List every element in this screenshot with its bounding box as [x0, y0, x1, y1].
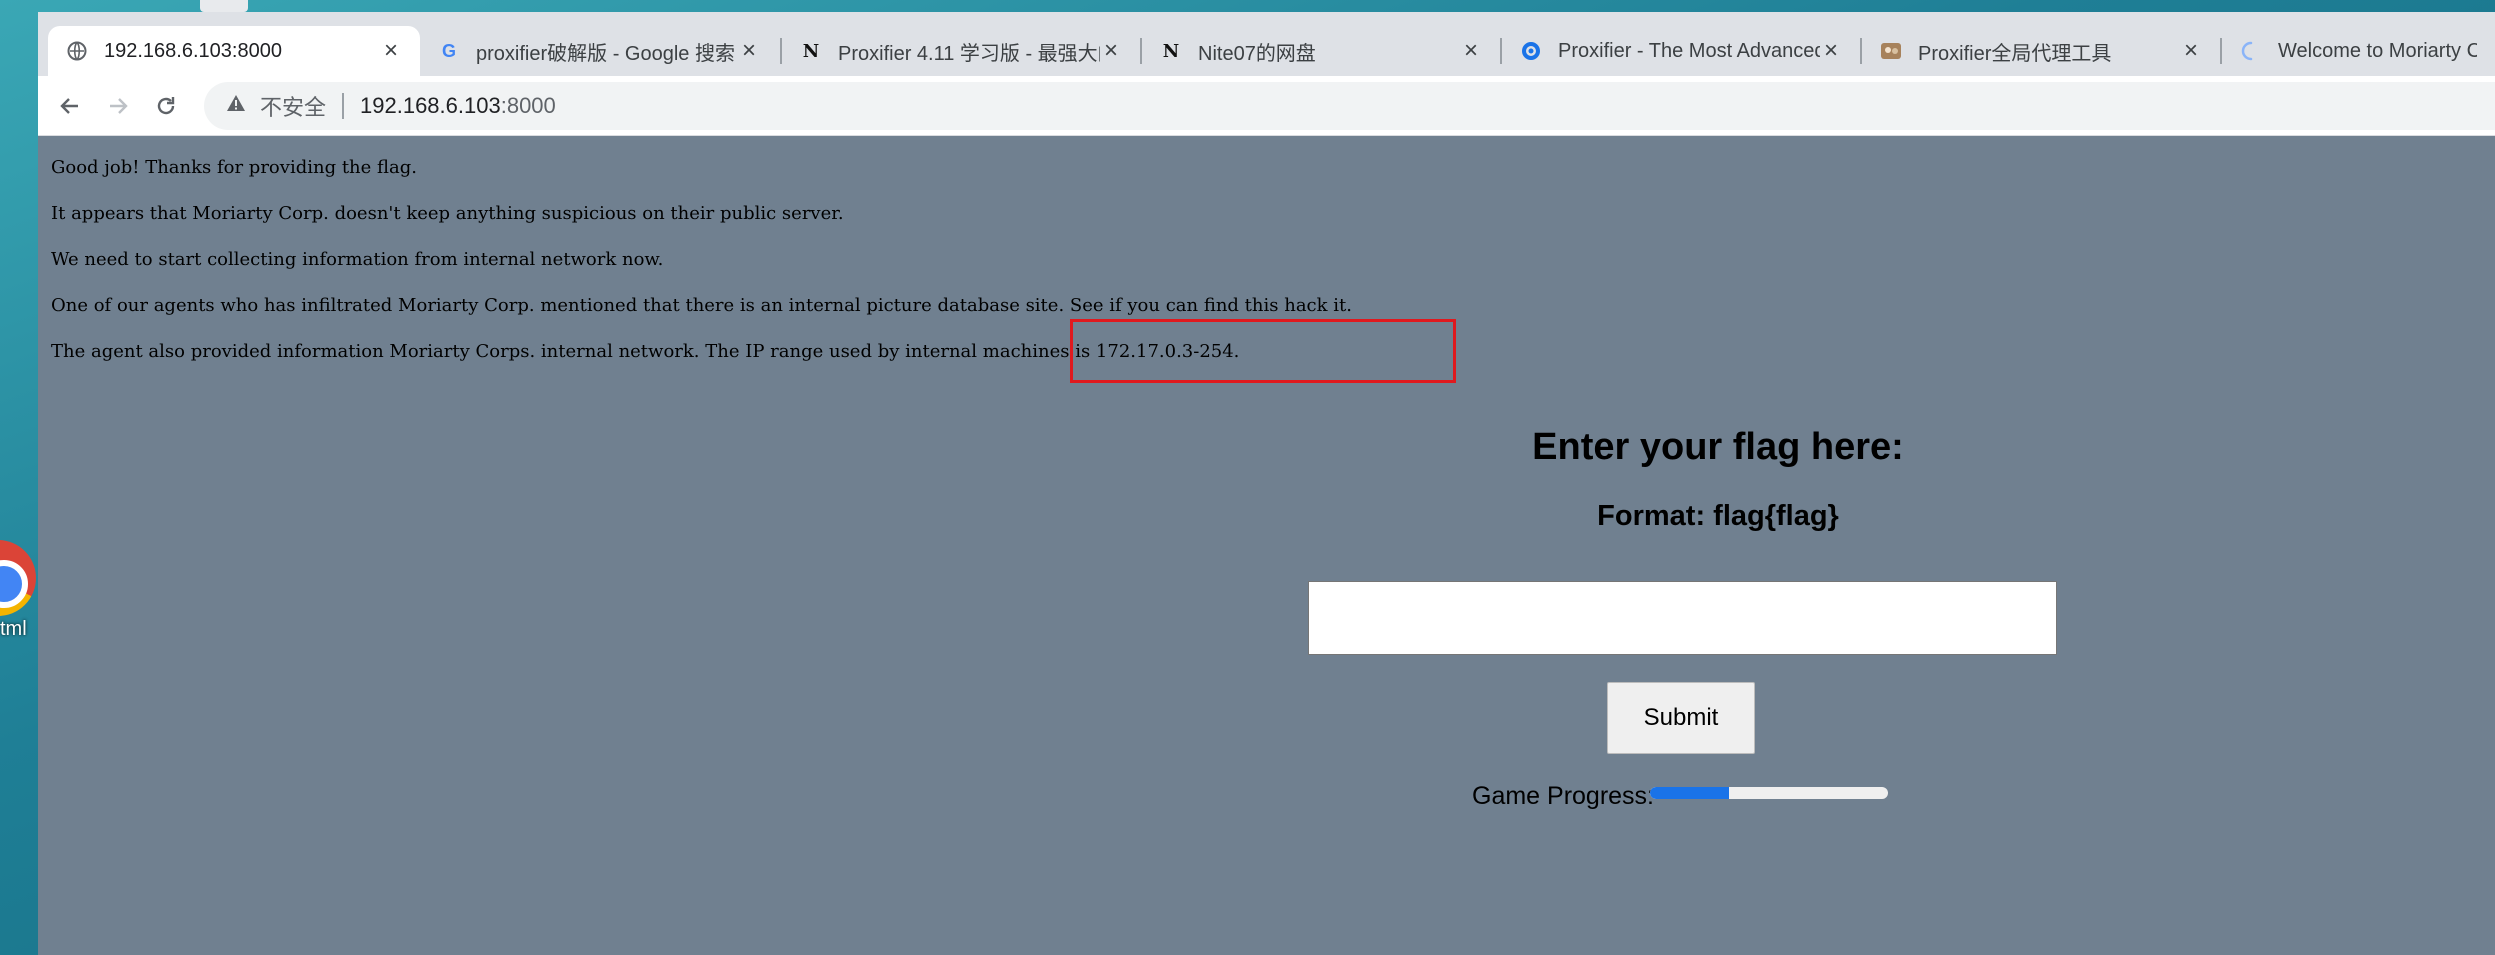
- insecure-label[interactable]: 不安全: [260, 90, 326, 122]
- message-line: Good job! Thanks for providing the flag.: [51, 157, 417, 178]
- n-logo-icon: N: [1162, 40, 1180, 62]
- warning-icon[interactable]: [226, 93, 246, 119]
- url-host: 192.168.6.103: [360, 93, 501, 118]
- tab-proxifier-tool[interactable]: Proxifier全局代理工具 ×: [1862, 26, 2220, 76]
- game-progress-fill: [1650, 787, 1729, 799]
- close-icon[interactable]: ×: [738, 37, 760, 65]
- page-content: Good job! Thanks for providing the flag.…: [38, 136, 2495, 955]
- google-icon: G: [441, 40, 456, 61]
- tab-nite07[interactable]: N Nite07的网盘 ×: [1142, 26, 1500, 76]
- proxifier-icon: [1520, 40, 1542, 62]
- form-format-hint: Format: flag{flag}: [1597, 500, 1839, 532]
- form-title: Enter your flag here:: [1532, 426, 1904, 468]
- globe-icon: [66, 40, 88, 62]
- submit-button[interactable]: Submit: [1607, 682, 1755, 754]
- tab-title: proxifier破解版 - Google 搜索: [476, 42, 735, 65]
- progress-label: Game Progress:: [1472, 782, 1655, 810]
- close-icon[interactable]: ×: [380, 37, 402, 65]
- tab-moriarty-welcome[interactable]: Welcome to Moriarty Corp.: [2222, 26, 2495, 76]
- tab-strip: 192.168.6.103:8000 × G proxifier破解版 - Go…: [38, 12, 2495, 76]
- tab-active[interactable]: 192.168.6.103:8000 ×: [48, 26, 420, 76]
- tab-title: Proxifier全局代理工具: [1918, 42, 2112, 65]
- desktop-icon-label: tml: [0, 618, 27, 640]
- site-icon: [1880, 40, 1902, 62]
- reload-button[interactable]: [148, 88, 184, 124]
- back-button[interactable]: [52, 88, 88, 124]
- game-progress-bar: [1650, 787, 1888, 799]
- tab-title: Nite07的网盘: [1198, 42, 1316, 65]
- message-line: It appears that Moriarty Corp. doesn't k…: [51, 203, 844, 224]
- message-line: We need to start collecting information …: [51, 249, 664, 270]
- browser-toolbar: 不安全 192.168.6.103:8000: [38, 76, 2495, 136]
- close-icon[interactable]: ×: [1100, 37, 1122, 65]
- message-line: The agent also provided information Mori…: [51, 341, 1240, 362]
- flag-input[interactable]: [1308, 581, 2057, 655]
- tab-title: 192.168.6.103:8000: [104, 39, 282, 62]
- tab-title: Proxifier 4.11 学习版 - 最强大的: [838, 42, 1100, 65]
- tab-proxifier-advanced[interactable]: Proxifier - The Most Advanced ×: [1502, 26, 1860, 76]
- close-icon[interactable]: ×: [1460, 37, 1482, 65]
- n-logo-icon: N: [802, 40, 820, 62]
- ip-range-highlight: [1070, 319, 1456, 383]
- desktop-window-stub: [200, 0, 248, 12]
- tab-title: Proxifier - The Most Advanced: [1558, 39, 1820, 62]
- loading-icon: [2240, 40, 2262, 62]
- close-icon[interactable]: ×: [1820, 37, 1842, 65]
- tab-google-search[interactable]: G proxifier破解版 - Google 搜索 ×: [420, 26, 778, 76]
- message-line: One of our agents who has infiltrated Mo…: [51, 295, 1352, 316]
- forward-button[interactable]: [100, 88, 136, 124]
- tab-title: Welcome to Moriarty Corp.: [2278, 39, 2477, 62]
- url-port: :8000: [500, 93, 556, 118]
- omnibox-divider: [342, 93, 345, 119]
- tab-proxifier-411[interactable]: N Proxifier 4.11 学习版 - 最强大的 ×: [782, 26, 1140, 76]
- address-bar[interactable]: 不安全 192.168.6.103:8000: [204, 82, 2495, 130]
- close-icon[interactable]: ×: [2180, 37, 2202, 65]
- browser-window: 192.168.6.103:8000 × G proxifier破解版 - Go…: [38, 12, 2495, 955]
